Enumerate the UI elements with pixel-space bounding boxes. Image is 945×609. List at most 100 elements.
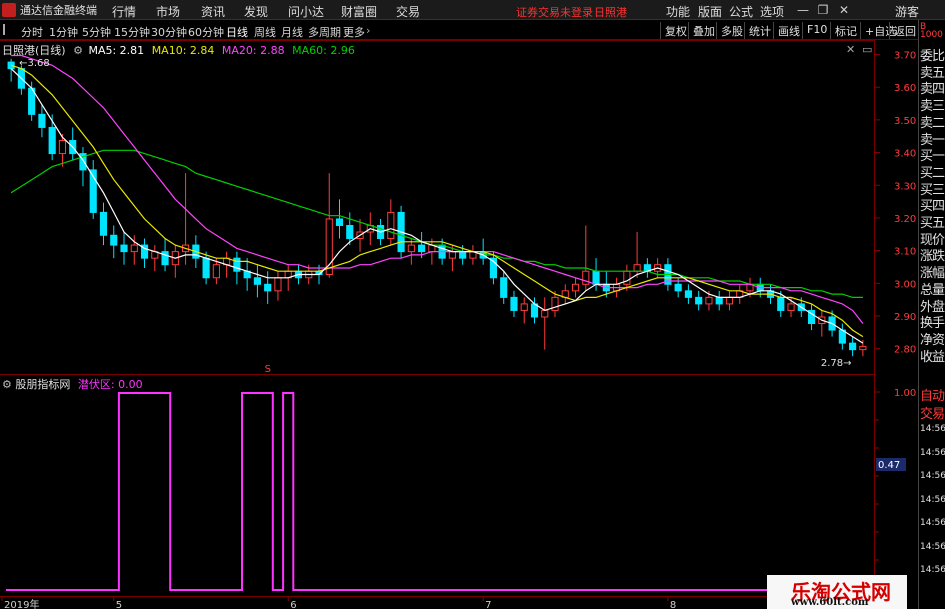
candle-body (520, 303, 528, 311)
candle-body (674, 283, 682, 292)
indicator-chart[interactable] (0, 375, 874, 596)
settings-gear-icon[interactable]: ⚙ (73, 44, 83, 57)
candle-body (38, 113, 46, 128)
candle-body (623, 270, 631, 285)
draw-line-button[interactable]: 画线 (773, 22, 804, 39)
multi-stock-button[interactable]: 多股 (716, 22, 747, 39)
candle-body (99, 211, 108, 236)
kline-chart[interactable]: ←3.68 2.78→ S (0, 41, 874, 375)
candle-body (130, 244, 138, 253)
candle-body (725, 296, 734, 305)
collapse-icon[interactable] (3, 24, 11, 35)
back-button[interactable]: 返回 (889, 22, 920, 39)
date-tick-label: 2019年 (4, 598, 39, 609)
legend-ma10: MA10: 2.84 (151, 44, 215, 57)
menu-trade[interactable]: 交易 (396, 3, 420, 20)
candle-body (510, 296, 518, 311)
price-tick-label: 3.50 (894, 116, 916, 127)
minimize-icon[interactable]: — (795, 3, 811, 17)
kline-chart-area[interactable]: ←3.68 2.78→ S (0, 40, 874, 375)
date-tick-label: 5 (116, 600, 122, 609)
side-auto-trade-0: 自动 (920, 389, 945, 404)
close-chart-icon[interactable]: ✕ (846, 43, 855, 56)
user-label[interactable]: 游客 (895, 3, 919, 20)
ma60-line (10, 149, 863, 298)
menu-wealth[interactable]: 财富圈 (341, 3, 377, 20)
ma5-line (10, 68, 864, 344)
stats-button[interactable]: 统计 (744, 22, 775, 39)
menu-quotes[interactable]: 行情 (112, 3, 136, 20)
period-15min[interactable]: 15分钟 (114, 24, 150, 40)
candle-body (274, 277, 282, 292)
date-axis: 2019年5678910 (0, 596, 874, 609)
side-time-0: 14:56 (920, 424, 945, 434)
app-title-text: 通达信金融终端 (20, 4, 97, 17)
close-icon[interactable]: ✕ (836, 3, 852, 17)
side-top-1000: 1000 (920, 30, 943, 40)
price-tick-label: 3.40 (894, 149, 916, 160)
low-price-label: 2.78→ (821, 358, 852, 369)
indicator-source[interactable]: 股朋指标网 (15, 378, 70, 391)
candle-body (202, 257, 210, 279)
site-watermark: 乐淘公式网 www.60lt.com (767, 575, 907, 609)
menu-ask[interactable]: 问小达 (288, 3, 324, 20)
quote-side-panel[interactable]: B 1000 委比 卖五 卖四 卖三 卖二 卖一 买一 买二 买三 买四 买五 现价 涨跌 涨幅 总量 外盘 换手净… (918, 20, 945, 609)
menu-discover[interactable]: 发现 (244, 3, 268, 20)
legend-ma60: MA60: 2.96 (292, 44, 355, 57)
period-more[interactable]: 更多 (343, 24, 365, 40)
price-tick-label: 2.80 (894, 345, 916, 356)
side-time-4: 14:56 (920, 518, 945, 528)
candle-body (500, 277, 508, 298)
period-1min[interactable]: 1分钟 (49, 24, 78, 40)
menu-formula[interactable]: 公式 (729, 3, 753, 20)
menu-layout[interactable]: 版面 (698, 3, 722, 20)
high-price-label: ←3.68 (19, 58, 50, 69)
candle-body (684, 290, 692, 298)
price-tick-label: 3.10 (894, 247, 916, 258)
price-tick-label: 3.00 (894, 279, 916, 290)
price-tick-label: 2.90 (894, 312, 916, 323)
candle-body (346, 224, 354, 240)
period-60min[interactable]: 60分钟 (188, 24, 224, 40)
menu-function[interactable]: 功能 (666, 3, 690, 20)
side-time-1: 14:56 (920, 447, 945, 458)
candle-body (253, 277, 261, 285)
candle-body (787, 303, 795, 311)
overlay-button[interactable]: 叠加 (688, 22, 719, 39)
legend-ma20: MA20: 2.88 (221, 44, 285, 57)
candle-body (541, 309, 549, 318)
period-monthly[interactable]: 月线 (281, 24, 303, 40)
latent-zone-line (6, 392, 868, 591)
period-daily[interactable]: 日线 (226, 24, 248, 40)
panel-toggle-icon[interactable]: ▭ (862, 43, 872, 56)
candle-body (448, 251, 456, 259)
candle-body (582, 270, 590, 285)
candle-body (58, 140, 67, 155)
period-timeshare[interactable]: 分时 (21, 24, 43, 40)
mark-button[interactable]: 标记 (830, 22, 861, 39)
period-5min[interactable]: 5分钟 (82, 24, 111, 40)
period-multi[interactable]: 多周期 (308, 24, 341, 40)
app-logo-icon (2, 3, 16, 17)
app-title: 通达信金融终端 (2, 2, 97, 18)
candle-body (407, 244, 415, 253)
settings-gear-icon[interactable]: ⚙ (2, 378, 12, 391)
chevron-right-icon[interactable]: › (366, 24, 370, 37)
period-30min[interactable]: 30分钟 (151, 24, 187, 40)
f10-button[interactable]: F10 (802, 22, 831, 39)
menu-market[interactable]: 市场 (156, 3, 180, 20)
adjust-button[interactable]: 复权 (660, 22, 691, 39)
candle-body (387, 211, 395, 240)
period-weekly[interactable]: 周线 (254, 24, 276, 40)
maximize-icon[interactable]: ❐ (815, 3, 831, 17)
current-value-label: 0.47 (878, 460, 900, 471)
indicator-chart-area[interactable] (0, 374, 874, 595)
side-time-3: 14:56 (920, 494, 945, 505)
menu-options[interactable]: 选项 (760, 3, 784, 20)
login-warning[interactable]: 证券交易未登录 (516, 4, 593, 20)
menu-news[interactable]: 资讯 (201, 3, 225, 20)
candle-body (633, 264, 641, 272)
candle-body (212, 264, 220, 279)
candle-body (459, 251, 467, 259)
watermark-url: www.60lt.com (791, 597, 869, 608)
